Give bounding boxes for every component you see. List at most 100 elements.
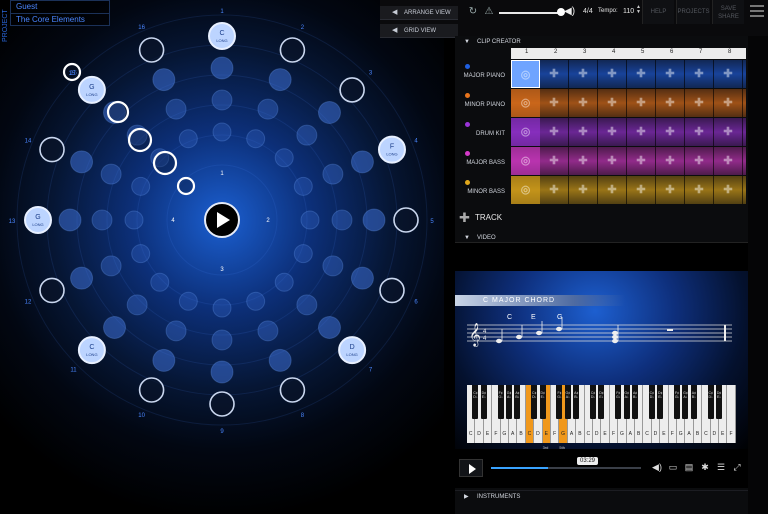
add-clip-icon[interactable]: ✚	[714, 118, 743, 146]
add-clip-icon[interactable]: ✚	[656, 147, 685, 175]
timeline-ruler[interactable]: 1 2 3 4 5 6 7 8	[511, 48, 746, 59]
selected-step[interactable]	[152, 150, 178, 176]
step-cell[interactable]	[317, 315, 341, 339]
selected-step[interactable]	[176, 176, 196, 196]
add-clip-icon[interactable]: ✚	[685, 147, 714, 175]
instruments-header[interactable]: ▶ INSTRUMENTS	[455, 490, 748, 502]
add-clip-icon[interactable]: ✚	[627, 176, 656, 204]
add-clip-icon[interactable]: ✚	[598, 60, 627, 88]
step-cell[interactable]	[322, 163, 344, 185]
playlist-icon[interactable]: ☰	[715, 461, 727, 473]
settings-gear-icon[interactable]: ✱	[699, 461, 711, 473]
piano-black-key[interactable]: C♯ D♭	[648, 385, 655, 419]
step-cell[interactable]	[317, 101, 341, 125]
piano-black-key[interactable]: G♯ A♭	[623, 385, 630, 419]
step-cell[interactable]	[58, 208, 82, 232]
step-cell[interactable]	[211, 89, 233, 111]
add-clip-icon[interactable]: ✚	[540, 147, 569, 175]
tempo-stepper-icon[interactable]: ▲ ▼	[636, 5, 641, 15]
add-clip-icon[interactable]: ✚	[656, 89, 685, 117]
step-cell[interactable]	[124, 210, 144, 230]
add-clip-icon[interactable]: ✚	[627, 118, 656, 146]
piano-black-key[interactable]: C♯ D♭	[531, 385, 538, 419]
step-cell[interactable]	[296, 124, 318, 146]
track-label[interactable]: MAJOR BASS	[455, 147, 507, 175]
metronome-icon[interactable]: ⚠	[483, 6, 495, 18]
piano-black-key[interactable]: G♯ A♭	[682, 385, 689, 419]
piano-black-key[interactable]: F♯ G♭	[615, 385, 622, 419]
track-label[interactable]: DRUM KIT	[455, 118, 507, 146]
track-label[interactable]: MINOR PIANO	[455, 89, 507, 117]
add-clip-icon[interactable]: ✚	[685, 176, 714, 204]
step-cell[interactable]	[178, 291, 198, 311]
add-clip-icon[interactable]: ✚	[569, 60, 598, 88]
arrange-view-button[interactable]: ◀ ARRANGE VIEW	[380, 6, 458, 20]
add-clip-icon[interactable]: ✚	[656, 118, 685, 146]
volume-icon[interactable]: ◀)	[651, 461, 663, 473]
step-cell[interactable]	[178, 129, 198, 149]
step-cell[interactable]	[165, 98, 187, 120]
piano-black-key[interactable]: A♯ B♭	[514, 385, 521, 419]
track-label[interactable]: MINOR BASS	[455, 176, 507, 204]
add-clip-icon[interactable]: ✚	[685, 89, 714, 117]
piano-black-key[interactable]: A♯ B♭	[632, 385, 638, 419]
add-clip-icon[interactable]: ✚	[540, 60, 569, 88]
step-cell[interactable]	[293, 244, 313, 264]
add-clip-icon[interactable]: ✚	[656, 176, 685, 204]
step-cell[interactable]	[212, 122, 232, 142]
step-cell[interactable]	[257, 98, 279, 120]
step-cell[interactable]	[39, 136, 65, 163]
step-cell[interactable]	[152, 348, 176, 372]
step-cell[interactable]	[322, 255, 344, 277]
video-player[interactable]: C MAJOR CHORD 𝄞 4 4 C E G CDEFGABCDEFGABCDEFG…	[455, 242, 748, 488]
add-clip-icon[interactable]: ✚	[627, 60, 656, 88]
add-clip-icon[interactable]: ✚	[540, 89, 569, 117]
time-signature[interactable]: 4/4	[583, 8, 593, 15]
clip-cell-filled[interactable]: ◎	[511, 60, 540, 88]
add-clip-icon[interactable]: ✚	[685, 60, 714, 88]
projects-button[interactable]: PROJECTS	[676, 0, 710, 24]
grid-view-button[interactable]: ◀ GRID VIEW	[380, 24, 458, 38]
add-clip-icon[interactable]: ✚	[656, 60, 685, 88]
add-clip-icon[interactable]: ✚	[598, 147, 627, 175]
clip-cell-filled[interactable]: ◎	[511, 147, 540, 175]
piano-black-key[interactable]: D♯ E♭	[480, 385, 487, 419]
step-cell[interactable]	[209, 391, 235, 417]
video-progress-bar[interactable]: 03:29	[491, 457, 641, 469]
captions-icon[interactable]: ▭	[667, 461, 679, 473]
add-clip-icon[interactable]: ✚	[627, 147, 656, 175]
piano-black-key[interactable]: D♯ E♭	[598, 385, 605, 419]
piano-black-key[interactable]: D♯ E♭	[657, 385, 664, 419]
piano-black-key[interactable]: D♯ E♭	[716, 385, 722, 419]
step-cell[interactable]	[138, 37, 165, 63]
add-clip-icon[interactable]: ✚	[540, 176, 569, 204]
step-cell[interactable]	[339, 77, 365, 103]
add-clip-icon[interactable]: ✚	[569, 147, 598, 175]
step-cell[interactable]	[362, 208, 386, 232]
step-cell[interactable]	[39, 277, 65, 304]
step-cell[interactable]	[150, 272, 170, 292]
add-clip-icon[interactable]: ✚	[569, 176, 598, 204]
piano-black-key[interactable]: F♯ G♭	[674, 385, 680, 419]
speaker-icon[interactable]: ◀)	[564, 6, 576, 18]
step-cell[interactable]	[274, 148, 294, 168]
loop-icon[interactable]: ↻	[467, 6, 479, 18]
step-cell[interactable]	[296, 294, 318, 316]
step-cell[interactable]	[103, 315, 127, 339]
track-label[interactable]: MAJOR PIANO	[455, 60, 507, 88]
step-cell[interactable]	[210, 56, 234, 80]
step-cell[interactable]	[210, 360, 234, 384]
selected-step[interactable]	[127, 127, 153, 153]
clip-creator-header[interactable]: ▼ CLIP CREATOR	[455, 36, 748, 48]
step-cell[interactable]	[293, 176, 313, 196]
add-clip-icon[interactable]: ✚	[714, 176, 743, 204]
add-clip-icon[interactable]: ✚	[569, 89, 598, 117]
step-cell[interactable]	[138, 377, 165, 403]
add-clip-icon[interactable]: ✚	[685, 118, 714, 146]
piano-black-key[interactable]: F♯ G♭	[497, 385, 504, 419]
piano-black-key[interactable]: G♯ A♭	[506, 385, 512, 419]
fullscreen-icon[interactable]: ⤢	[731, 461, 743, 473]
step-cell[interactable]	[274, 272, 294, 292]
piano-black-key[interactable]: C♯ D♭	[707, 385, 714, 419]
add-track-button[interactable]: ✚ TRACK	[455, 210, 555, 226]
